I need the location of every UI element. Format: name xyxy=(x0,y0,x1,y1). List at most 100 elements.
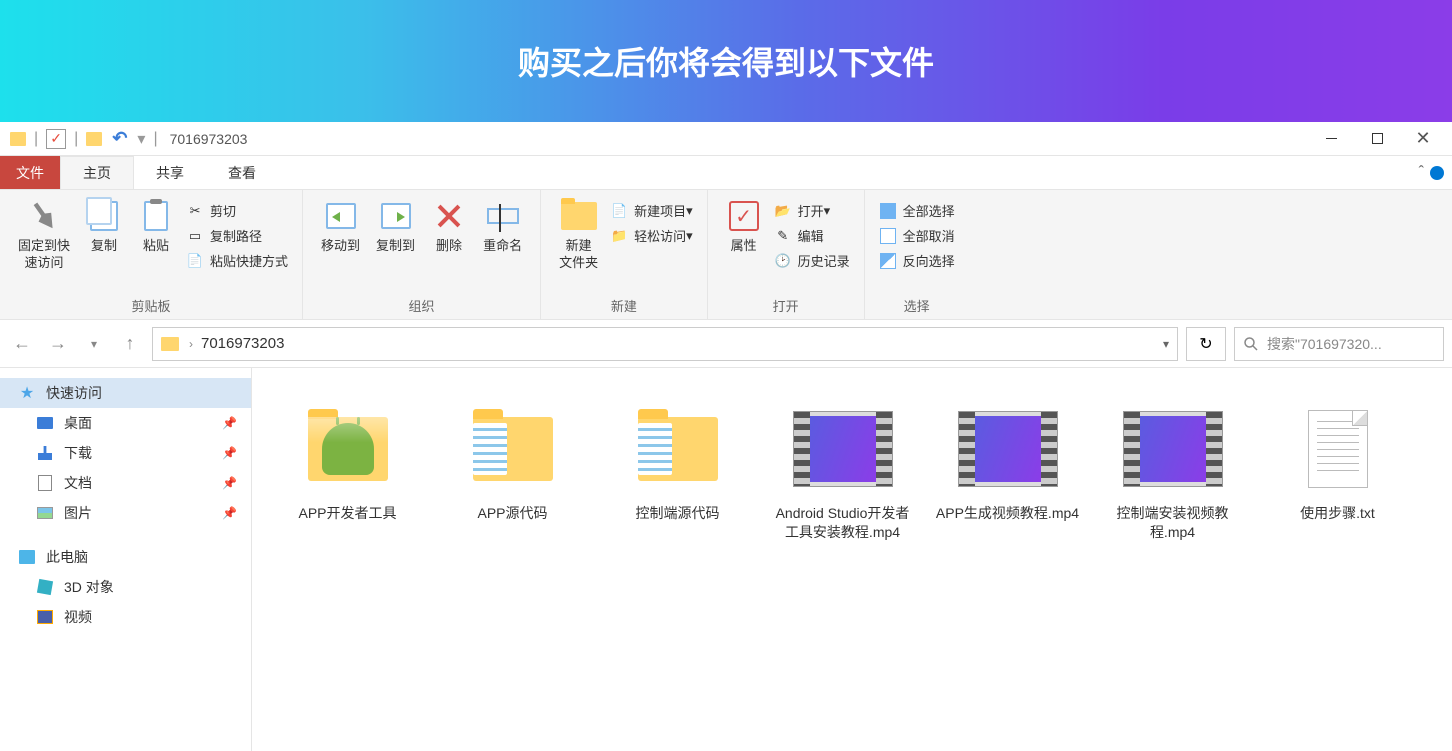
select-all-button[interactable]: 全部选择 xyxy=(875,198,959,223)
move-to-button[interactable]: 移动到 xyxy=(313,194,368,259)
pin-icon xyxy=(26,197,61,234)
tab-home[interactable]: 主页 xyxy=(60,156,134,189)
search-icon xyxy=(1243,336,1259,352)
open-button[interactable]: 📂打开 ▾ xyxy=(770,198,854,223)
back-button[interactable]: ← xyxy=(8,330,36,358)
folder-icon xyxy=(638,417,718,481)
video-icon xyxy=(37,610,53,624)
pin-icon: 📌 xyxy=(222,506,237,520)
paste-shortcut-button[interactable]: 📄粘贴快捷方式 xyxy=(182,248,292,273)
tab-share[interactable]: 共享 xyxy=(134,156,206,189)
edit-button[interactable]: ✎编辑 xyxy=(770,223,854,248)
ribbon-collapse[interactable]: ˆ xyxy=(1419,156,1452,189)
promo-banner: 购买之后你将会得到以下文件 xyxy=(0,0,1452,122)
desktop-icon xyxy=(37,417,53,429)
edit-icon: ✎ xyxy=(774,227,792,245)
scissors-icon: ✂ xyxy=(186,202,204,220)
search-input[interactable]: 搜索"701697320... xyxy=(1234,327,1444,361)
download-icon xyxy=(38,446,52,460)
tab-view[interactable]: 查看 xyxy=(206,156,278,189)
shortcut-icon: 📄 xyxy=(186,252,204,270)
delete-icon xyxy=(435,202,463,230)
address-bar[interactable]: › 7016973203 ▾ xyxy=(152,327,1178,361)
folder-icon xyxy=(561,202,597,230)
properties-button[interactable]: ✓ 属性 xyxy=(718,194,770,259)
file-item[interactable]: Android Studio开发者工具安装教程.mp4 xyxy=(765,396,920,546)
close-button[interactable]: ✕ xyxy=(1400,123,1446,155)
sidebar-item-documents[interactable]: 文档 📌 xyxy=(0,468,251,498)
delete-button[interactable]: 删除 xyxy=(423,194,475,259)
ribbon: 固定到快 速访问 复制 粘贴 ✂剪切 ▭复制路径 📄粘贴快捷方式 剪贴板 移动到 xyxy=(0,190,1452,320)
rename-button[interactable]: 重命名 xyxy=(475,194,530,259)
file-view[interactable]: APP开发者工具 APP源代码 控制端源代码 Android Studio开发者… xyxy=(252,368,1452,751)
video-icon xyxy=(958,411,1058,487)
copy-button[interactable]: 复制 xyxy=(78,194,130,259)
sidebar-item-this-pc[interactable]: 此电脑 xyxy=(0,542,251,572)
qat-checkbox-icon[interactable]: ✓ xyxy=(46,129,66,149)
video-icon xyxy=(1123,411,1223,487)
help-icon[interactable] xyxy=(1430,166,1444,180)
file-item[interactable]: APP开发者工具 xyxy=(270,396,425,546)
window-title: 7016973203 xyxy=(170,131,248,147)
move-icon xyxy=(326,203,356,229)
paste-button[interactable]: 粘贴 xyxy=(130,194,182,259)
file-item[interactable]: APP源代码 xyxy=(435,396,590,546)
address-dropdown-icon[interactable]: ▾ xyxy=(1163,337,1169,351)
ribbon-group-open: ✓ 属性 📂打开 ▾ ✎编辑 🕑历史记录 打开 xyxy=(708,190,865,319)
sidebar-item-desktop[interactable]: 桌面 📌 xyxy=(0,408,251,438)
path-icon: ▭ xyxy=(186,227,204,245)
address-path: 7016973203 xyxy=(201,335,284,352)
ribbon-group-new: 新建 文件夹 📄新建项目 ▾ 📁轻松访问 ▾ 新建 xyxy=(541,190,708,319)
main-area: ★ 快速访问 桌面 📌 下载 📌 文档 📌 图片 📌 此电脑 xyxy=(0,368,1452,751)
pin-icon: 📌 xyxy=(222,446,237,460)
up-button[interactable]: ↑ xyxy=(116,330,144,358)
sidebar-item-quick-access[interactable]: ★ 快速访问 xyxy=(0,378,251,408)
folder-icon xyxy=(473,417,553,481)
open-icon: 📂 xyxy=(774,202,792,220)
file-item[interactable]: 控制端安装视频教程.mp4 xyxy=(1095,396,1250,546)
select-none-button[interactable]: 全部取消 xyxy=(875,223,959,248)
pc-icon xyxy=(19,550,35,564)
invert-selection-button[interactable]: 反向选择 xyxy=(875,248,959,273)
file-item[interactable]: APP生成视频教程.mp4 xyxy=(930,396,1085,546)
copy-path-button[interactable]: ▭复制路径 xyxy=(182,223,292,248)
sidebar-item-videos[interactable]: 视频 xyxy=(0,602,251,632)
ribbon-group-clipboard: 固定到快 速访问 复制 粘贴 ✂剪切 ▭复制路径 📄粘贴快捷方式 剪贴板 xyxy=(0,190,303,319)
copy-to-icon xyxy=(381,203,411,229)
history-button[interactable]: 🕑历史记录 xyxy=(770,248,854,273)
properties-icon: ✓ xyxy=(729,201,759,231)
refresh-button[interactable]: ↻ xyxy=(1186,327,1226,361)
document-icon xyxy=(38,475,52,491)
cut-button[interactable]: ✂剪切 xyxy=(182,198,292,223)
copy-to-button[interactable]: 复制到 xyxy=(368,194,423,259)
sidebar: ★ 快速访问 桌面 📌 下载 📌 文档 📌 图片 📌 此电脑 xyxy=(0,368,252,751)
paste-icon xyxy=(144,201,168,231)
file-item[interactable]: 使用步骤.txt xyxy=(1260,396,1415,546)
minimize-button[interactable] xyxy=(1308,123,1354,155)
ribbon-group-organize: 移动到 复制到 删除 重命名 组织 xyxy=(303,190,541,319)
select-all-icon xyxy=(880,203,896,219)
pin-to-quick-access-button[interactable]: 固定到快 速访问 xyxy=(10,194,78,276)
address-folder-icon xyxy=(161,337,179,351)
pin-icon: 📌 xyxy=(222,416,237,430)
file-item[interactable]: 控制端源代码 xyxy=(600,396,755,546)
invert-icon xyxy=(880,253,896,269)
history-icon: 🕑 xyxy=(774,252,792,270)
star-icon: ★ xyxy=(20,383,34,403)
qat-folder-icon[interactable] xyxy=(86,132,102,146)
copy-icon xyxy=(90,201,118,231)
new-folder-button[interactable]: 新建 文件夹 xyxy=(551,194,606,276)
pictures-icon xyxy=(37,507,53,519)
rename-icon xyxy=(487,208,519,224)
undo-icon[interactable]: ↶ xyxy=(112,128,127,149)
sidebar-item-3d-objects[interactable]: 3D 对象 xyxy=(0,572,251,602)
recent-dropdown[interactable]: ▾ xyxy=(80,330,108,358)
easy-access-button[interactable]: 📁轻松访问 ▾ xyxy=(606,223,697,248)
sidebar-item-downloads[interactable]: 下载 📌 xyxy=(0,438,251,468)
forward-button[interactable]: → xyxy=(44,330,72,358)
sidebar-item-pictures[interactable]: 图片 📌 xyxy=(0,498,251,528)
new-item-button[interactable]: 📄新建项目 ▾ xyxy=(606,198,697,223)
maximize-button[interactable] xyxy=(1354,123,1400,155)
new-item-icon: 📄 xyxy=(610,202,628,220)
tab-file[interactable]: 文件 xyxy=(0,156,60,189)
